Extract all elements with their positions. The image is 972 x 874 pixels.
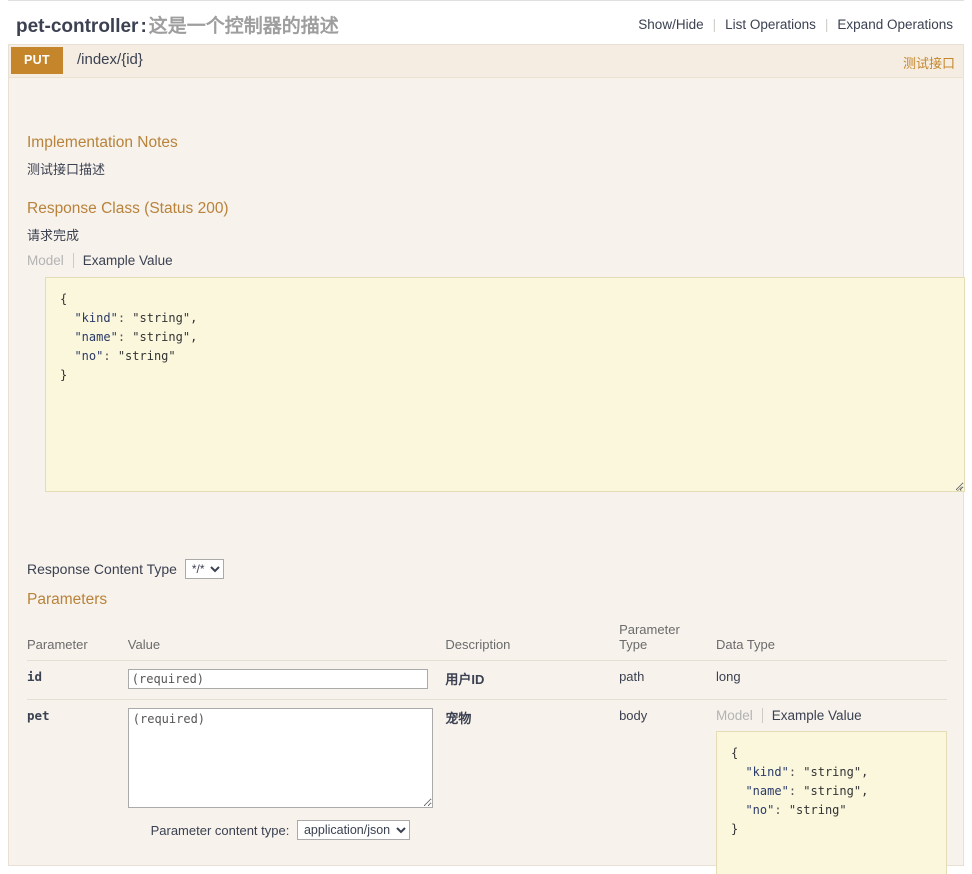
http-method-badge: PUT bbox=[11, 47, 63, 74]
param-description-id: 用户ID bbox=[445, 672, 485, 687]
parameter-content-type-select[interactable]: application/json bbox=[296, 820, 410, 840]
model-tabs-divider bbox=[72, 253, 74, 268]
expand-operations-link[interactable]: Expand Operations bbox=[828, 17, 962, 32]
header-parameter: Parameter bbox=[27, 618, 128, 661]
operation-put-index-id: PUT /index/{id} 测试接口 Implementation Note… bbox=[8, 44, 965, 874]
resource-header: pet-controller: 这是一个控制器的描述 Show/Hide | List… bbox=[8, 0, 964, 44]
parameters-table-head: Parameter Value Description Parameter Ty… bbox=[27, 618, 947, 661]
cell-parameter-description: 宠物 bbox=[445, 700, 619, 874]
body-example-json: { "kind": "string", "name": "string", "n… bbox=[731, 746, 869, 836]
operation-body: Implementation Notes 测试接口描述 Response Cla… bbox=[9, 78, 965, 874]
parameters-title: Parameters bbox=[27, 591, 108, 608]
cell-data-type: long bbox=[716, 660, 947, 700]
tab-model[interactable]: Model bbox=[27, 253, 73, 268]
list-operations-link[interactable]: List Operations bbox=[716, 17, 825, 32]
cell-body-model: Model Example Value { "kind": "string", "… bbox=[716, 700, 947, 874]
body-model-tabs-divider bbox=[761, 708, 763, 723]
response-content-type-label: Response Content Type bbox=[27, 561, 177, 577]
response-class-text: 请求完成 bbox=[27, 228, 80, 243]
response-content-type-row: Response Content Type */* bbox=[27, 559, 224, 579]
header-data-type: Data Type bbox=[716, 618, 947, 661]
response-example-json: { "kind": "string", "name": "string", "n… bbox=[60, 292, 198, 382]
cell-parameter-value: Parameter content type: application/json bbox=[127, 700, 446, 874]
header-description: Description bbox=[445, 618, 620, 661]
param-type-id: path bbox=[619, 669, 645, 684]
cell-parameter-type: body bbox=[619, 700, 716, 874]
table-row: id 用户ID path long bbox=[27, 660, 947, 700]
response-content-type-select[interactable]: */* bbox=[184, 559, 224, 579]
param-data-type-id: long bbox=[716, 669, 741, 684]
body-tab-model[interactable]: Model bbox=[716, 708, 762, 723]
tab-example-value[interactable]: Example Value bbox=[83, 253, 182, 268]
resource-title-separator: : bbox=[140, 16, 147, 37]
implementation-notes-title: Implementation Notes bbox=[27, 134, 178, 151]
parameters-header-row: Parameter Value Description Parameter Ty… bbox=[27, 618, 947, 661]
operation-path[interactable]: /index/{id} bbox=[77, 51, 143, 68]
resource-title: pet-controller: 这是一个控制器的描述 bbox=[16, 11, 339, 38]
parameter-content-type-row: Parameter content type: application/json bbox=[128, 820, 433, 840]
resize-handle-icon[interactable] bbox=[950, 478, 962, 490]
pet-value-textarea[interactable] bbox=[127, 708, 433, 808]
show-hide-link[interactable]: Show/Hide bbox=[629, 17, 712, 32]
resource-name: pet-controller bbox=[16, 16, 139, 37]
header-parameter-type: Parameter Type bbox=[619, 618, 716, 661]
param-type-pet: body bbox=[619, 708, 648, 723]
cell-parameter-name: id bbox=[27, 660, 128, 700]
cell-parameter-type: path bbox=[619, 660, 716, 700]
body-tab-example-value[interactable]: Example Value bbox=[772, 708, 871, 723]
parameters-table: Parameter Value Description Parameter Ty… bbox=[27, 618, 947, 874]
response-model-tabs: Model Example Value bbox=[27, 253, 182, 268]
table-row: pet Parameter content type: application/… bbox=[27, 700, 947, 874]
param-name-pet: pet bbox=[27, 708, 50, 723]
resource-options: Show/Hide | List Operations | Expand Operati… bbox=[629, 17, 962, 32]
operation-header-bar[interactable]: PUT /index/{id} 测试接口 bbox=[9, 45, 963, 78]
body-example-value-box[interactable]: { "kind": "string", "name": "string", "n… bbox=[716, 731, 947, 874]
cell-parameter-description: 用户ID bbox=[445, 660, 620, 700]
header-parameter-type-line2: Type bbox=[619, 637, 648, 652]
header-value: Value bbox=[127, 618, 446, 661]
resource-description: 这是一个控制器的描述 bbox=[148, 16, 339, 37]
parameter-content-type-label: Parameter content type: bbox=[150, 823, 290, 838]
cell-parameter-value bbox=[127, 660, 446, 700]
parameters-table-body: id 用户ID path long bbox=[27, 660, 947, 874]
swagger-ui-page: pet-controller: 这是一个控制器的描述 Show/Hide | List… bbox=[0, 0, 972, 874]
param-name-id: id bbox=[27, 669, 43, 684]
implementation-notes-text: 测试接口描述 bbox=[27, 162, 106, 177]
body-model-tabs: Model Example Value bbox=[716, 708, 947, 723]
response-class-title: Response Class (Status 200) bbox=[27, 200, 229, 217]
test-interface-link[interactable]: 测试接口 bbox=[903, 53, 955, 72]
header-parameter-type-line1: Parameter bbox=[619, 622, 680, 637]
param-description-pet: 宠物 bbox=[445, 711, 472, 726]
id-value-input[interactable] bbox=[127, 669, 428, 689]
cell-parameter-name: pet bbox=[27, 700, 128, 874]
response-example-value-box[interactable]: { "kind": "string", "name": "string", "n… bbox=[45, 277, 965, 492]
